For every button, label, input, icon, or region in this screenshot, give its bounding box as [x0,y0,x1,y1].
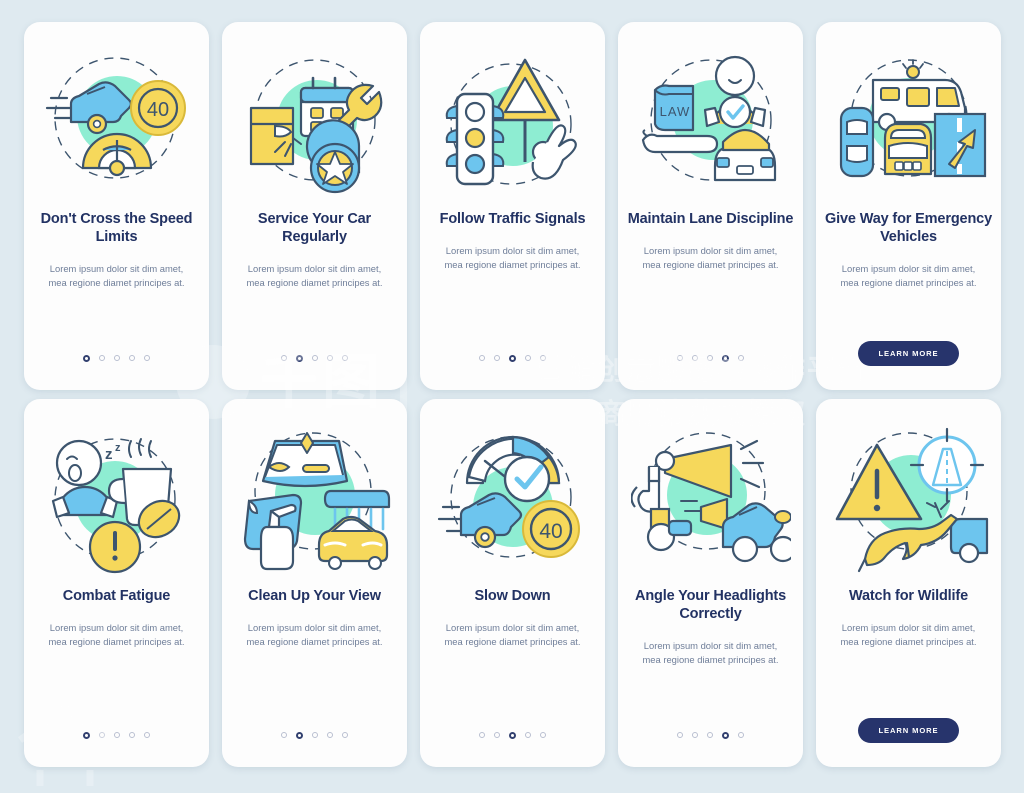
illustration-traffic-light-warning-sign-hand [433,46,593,198]
card-body-text: Lorem ipsum dolor sit dim amet, mea regi… [246,622,383,647]
illustration-law-book-driver-check-car: LAW [631,46,791,198]
pagination-dot[interactable] [479,355,485,361]
svg-text:40: 40 [539,520,562,543]
learn-more-button[interactable]: LEARN MORE [858,341,959,366]
pagination-dot[interactable] [677,355,683,361]
card-body-text: Lorem ipsum dolor sit dim amet, mea regi… [840,622,977,647]
onboarding-card-maintain-lane-discipline[interactable]: LAW Maintain Lane Discipline Lorem ipsum… [618,22,803,390]
card-body-text: Lorem ipsum dolor sit dim amet, mea regi… [246,263,383,288]
pagination-dot[interactable] [99,732,105,738]
pagination-dot[interactable] [509,731,516,739]
pagination-dot[interactable] [327,732,333,738]
pagination-dot[interactable] [296,354,303,362]
onboarding-card-clean-up-your-view[interactable]: Clean Up Your View Lorem ipsum dolor sit… [222,399,407,767]
pagination-dot[interactable] [327,355,333,361]
pagination-dot[interactable] [281,732,287,738]
pagination-dot[interactable] [722,731,729,739]
card-title: Service Your Car Regularly [257,211,372,245]
pagination-dots[interactable] [479,354,546,362]
pagination-dot[interactable] [540,355,546,361]
pagination-dot[interactable] [129,355,135,361]
card-body-text: Lorem ipsum dolor sit dim amet, mea regi… [48,263,185,288]
pagination-dot[interactable] [494,732,500,738]
pagination-dot[interactable] [509,354,516,362]
pagination-dot[interactable] [494,355,500,361]
onboarding-card-follow-traffic-signals[interactable]: Follow Traffic Signals Lorem ipsum dolor… [420,22,605,390]
pagination-dot[interactable] [525,732,531,738]
illustration-windshield-spray-car-wash [235,423,395,575]
card-body-text: Lorem ipsum dolor sit dim amet, mea regi… [444,245,581,270]
pagination-dots[interactable] [83,731,150,739]
pagination-dot[interactable] [692,355,698,361]
pagination-dot[interactable] [129,732,135,738]
onboarding-card-combat-fatigue[interactable]: z z Combat Fatigue Lorem ipsum dolor sit… [24,399,209,767]
svg-text:LAW: LAW [659,104,690,119]
pagination-dot[interactable] [296,731,303,739]
pagination-dot[interactable] [114,355,120,361]
illustration-calendar-wrench-tire-car [235,46,395,198]
pagination-dot[interactable] [525,355,531,361]
pagination-dot[interactable] [83,354,90,362]
pagination-dot[interactable] [312,732,318,738]
onboarding-card-dont-cross-speed-limits[interactable]: 40 Don't Cross the Speed Limits Lorem ip… [24,22,209,390]
card-title: Clean Up Your View [248,588,381,604]
pagination-dot[interactable] [722,354,729,362]
svg-text:z: z [105,446,113,463]
illustration-speedometer-check-car-40-sign: 40 [433,423,593,575]
svg-text:z: z [115,442,121,454]
card-title: Maintain Lane Discipline [627,211,794,227]
pagination-dot[interactable] [342,355,348,361]
pagination-dots[interactable] [677,731,744,739]
card-title: Angle Your Headlights Correctly [635,588,786,622]
pagination-dot[interactable] [677,732,683,738]
pagination-dots[interactable] [83,354,150,362]
pagination-dot[interactable] [144,732,150,738]
illustration-warning-triangle-deer-road-sign [829,423,989,575]
card-title: Slow Down [474,588,551,604]
pagination-dots[interactable] [677,354,744,362]
illustration-speeding-car-speedometer-40-sign: 40 [37,46,197,198]
pagination-dot[interactable] [707,355,713,361]
card-body-text: Lorem ipsum dolor sit dim amet, mea regi… [840,263,977,288]
pagination-dot[interactable] [707,732,713,738]
card-body-text: Lorem ipsum dolor sit dim amet, mea regi… [642,245,779,270]
onboarding-card-angle-your-headlights-correctly[interactable]: Angle Your Headlights Correctly Lorem ip… [618,399,803,767]
card-body-text: Lorem ipsum dolor sit dim amet, mea regi… [48,622,185,647]
pagination-dot[interactable] [738,355,744,361]
pagination-dot[interactable] [738,732,744,738]
pagination-dot[interactable] [479,732,485,738]
card-body-text: Lorem ipsum dolor sit dim amet, mea regi… [642,640,779,665]
pagination-dot[interactable] [144,355,150,361]
svg-text:40: 40 [146,99,168,121]
onboarding-screens-grid: 40 Don't Cross the Speed Limits Lorem ip… [24,22,1001,767]
pagination-dot[interactable] [692,732,698,738]
pagination-dot[interactable] [281,355,287,361]
pagination-dot[interactable] [114,732,120,738]
onboarding-card-watch-for-wildlife[interactable]: Watch for Wildlife Lorem ipsum dolor sit… [816,399,1001,767]
pagination-dot[interactable] [312,355,318,361]
pagination-dots[interactable] [479,731,546,739]
pagination-dot[interactable] [99,355,105,361]
pagination-dot[interactable] [83,731,90,739]
onboarding-card-give-way-for-emergency-vehicles[interactable]: Give Way for Emergency Vehicles Lorem ip… [816,22,1001,390]
card-title: Don't Cross the Speed Limits [40,211,193,245]
pagination-dot[interactable] [342,732,348,738]
illustration-wrench-headlight-beam-car [630,423,791,575]
pagination-dots[interactable] [281,731,348,739]
card-body-text: Lorem ipsum dolor sit dim amet, mea regi… [444,622,581,647]
illustration-sleepy-driver-coffee-alert: z z [37,423,197,575]
card-title: Combat Fatigue [62,588,171,604]
card-title: Give Way for Emergency Vehicles [824,211,992,245]
onboarding-card-slow-down[interactable]: 40 Slow Down Lorem ipsum dolor sit dim a… [420,399,605,767]
pagination-dot[interactable] [540,732,546,738]
learn-more-button[interactable]: LEARN MORE [858,718,959,743]
pagination-dots[interactable] [281,354,348,362]
card-title: Watch for Wildlife [848,588,969,604]
onboarding-card-service-your-car-regularly[interactable]: Service Your Car Regularly Lorem ipsum d… [222,22,407,390]
illustration-ambulance-cars-lane-arrow [829,46,989,198]
card-title: Follow Traffic Signals [439,211,586,227]
